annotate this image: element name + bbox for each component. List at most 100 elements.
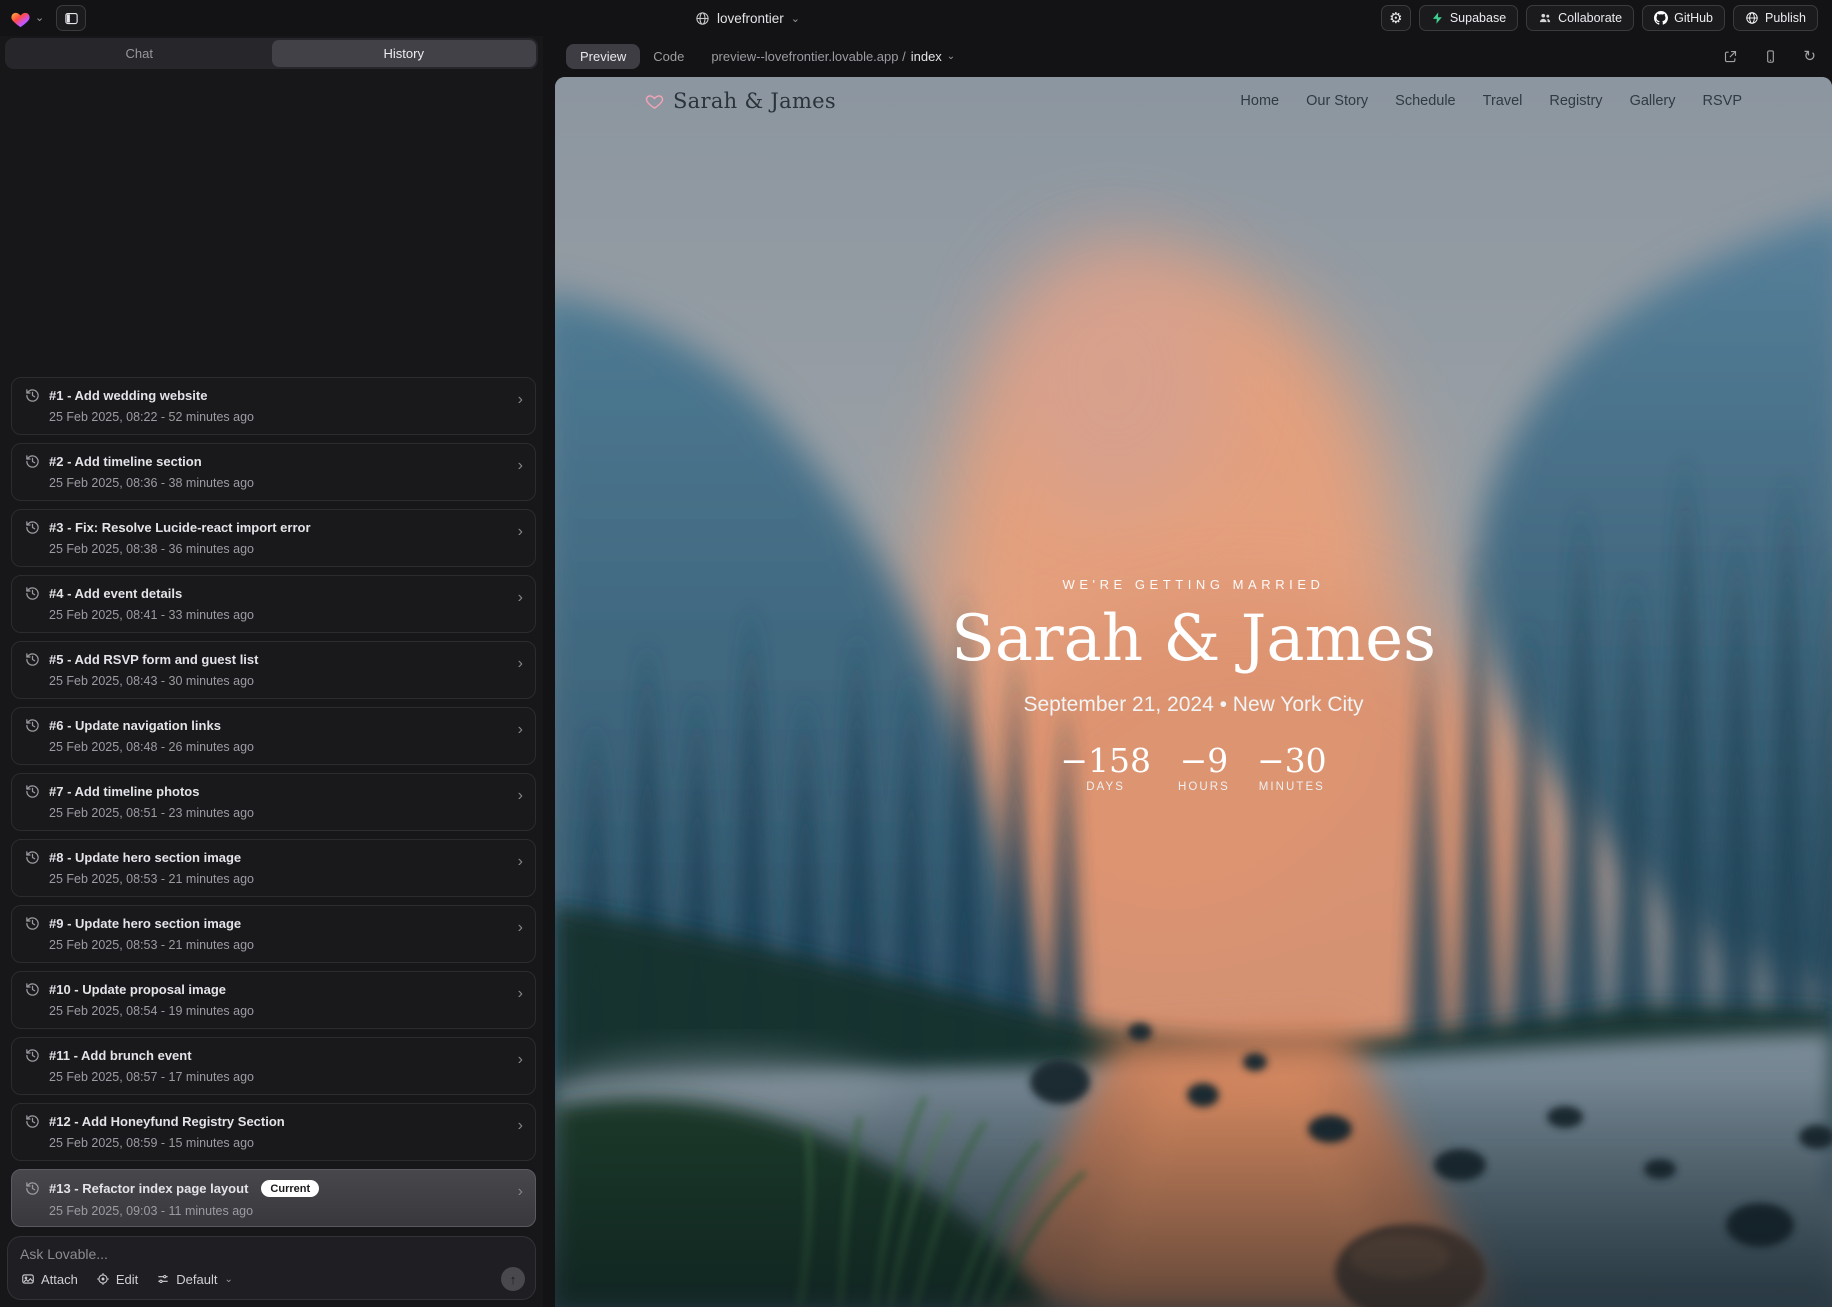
site-brand-label: Sarah & James <box>673 89 836 113</box>
history-item-title: #4 - Add event details <box>49 586 182 601</box>
hero: WE'RE GETTING MARRIED Sarah & James Sept… <box>555 577 1832 793</box>
globe-icon <box>1745 11 1759 25</box>
history-item-title: #5 - Add RSVP form and guest list <box>49 652 258 667</box>
history-item[interactable]: #2 - Add timeline section › 25 Feb 2025,… <box>11 443 536 501</box>
supabase-button[interactable]: Supabase <box>1419 5 1518 31</box>
nav-link-our-story[interactable]: Our Story <box>1306 93 1368 109</box>
countdown-days: −158 DAYS <box>1060 744 1151 793</box>
refresh-button[interactable]: ↻ <box>1803 49 1816 64</box>
chevron-right-icon: › <box>518 656 523 672</box>
nav-link-gallery[interactable]: Gallery <box>1630 93 1676 109</box>
sidebar: Chat History #1 - Add wedding website › … <box>0 36 543 1307</box>
history-item[interactable]: #7 - Add timeline photos › 25 Feb 2025, … <box>11 773 536 831</box>
chevron-right-icon: › <box>518 392 523 408</box>
history-item-row: #2 - Add timeline section › <box>25 454 521 469</box>
history-icon <box>25 718 40 733</box>
history-item[interactable]: #3 - Fix: Resolve Lucide-react import er… <box>11 509 536 567</box>
history-icon <box>25 982 40 997</box>
users-icon <box>1538 11 1552 25</box>
mobile-view-button[interactable] <box>1763 49 1778 64</box>
prompt-input[interactable] <box>20 1246 523 1268</box>
history-item-timestamp: 25 Feb 2025, 08:43 - 30 minutes ago <box>49 674 521 688</box>
site-header: Sarah & James Home Our Story Schedule Tr… <box>555 77 1832 125</box>
app: { "icons": { "chevron_down": "⌄", "chevr… <box>0 0 1832 1307</box>
edit-button[interactable]: Edit <box>96 1272 138 1287</box>
tab-history[interactable]: History <box>272 40 537 67</box>
open-external-button[interactable] <box>1723 49 1738 64</box>
countdown-value: −30 <box>1257 744 1327 777</box>
hero-eyebrow: WE'RE GETTING MARRIED <box>555 577 1832 592</box>
history-item[interactable]: #8 - Update hero section image › 25 Feb … <box>11 839 536 897</box>
history-item-timestamp: 25 Feb 2025, 08:53 - 21 minutes ago <box>49 938 521 952</box>
collaborate-button-label: Collaborate <box>1558 11 1622 25</box>
edit-target-icon <box>96 1272 110 1286</box>
chevron-right-icon: › <box>518 590 523 606</box>
chevron-right-icon: › <box>518 1118 523 1134</box>
history-item[interactable]: #11 - Add brunch event › 25 Feb 2025, 08… <box>11 1037 536 1095</box>
chevron-right-icon: › <box>518 524 523 540</box>
chevron-down-icon: ⌄ <box>947 51 955 62</box>
publish-button[interactable]: Publish <box>1733 5 1818 31</box>
site-brand[interactable]: Sarah & James <box>645 89 836 113</box>
history-item-title: #3 - Fix: Resolve Lucide-react import er… <box>49 520 311 535</box>
github-button[interactable]: GitHub <box>1642 5 1725 31</box>
history-item-row: #10 - Update proposal image › <box>25 982 521 997</box>
history-item-row: #5 - Add RSVP form and guest list › <box>25 652 521 667</box>
publish-button-label: Publish <box>1765 11 1806 25</box>
history-item[interactable]: #4 - Add event details › 25 Feb 2025, 08… <box>11 575 536 633</box>
countdown: −158 DAYS −9 HOURS −30 MINUTES <box>555 744 1832 793</box>
nav-link-travel[interactable]: Travel <box>1483 93 1523 109</box>
mode-selector[interactable]: Default ⌄ <box>156 1272 233 1287</box>
history-item-row: #12 - Add Honeyfund Registry Section › <box>25 1114 521 1129</box>
heart-icon <box>645 92 664 110</box>
mode-selector-label: Default <box>176 1272 217 1287</box>
history-item-row: #1 - Add wedding website › <box>25 388 521 403</box>
sidebar-toggle-button[interactable] <box>56 5 86 31</box>
nav-link-rsvp[interactable]: RSVP <box>1703 93 1743 109</box>
history-item[interactable]: #9 - Update hero section image › 25 Feb … <box>11 905 536 963</box>
nav-link-schedule[interactable]: Schedule <box>1395 93 1455 109</box>
chevron-right-icon: › <box>518 788 523 804</box>
history-item-row: #4 - Add event details › <box>25 586 521 601</box>
collaborate-button[interactable]: Collaborate <box>1526 5 1634 31</box>
project-switcher[interactable]: lovefrontier ⌄ <box>695 0 800 36</box>
countdown-minutes: −30 MINUTES <box>1257 744 1327 793</box>
hero-subtitle: September 21, 2024 • New York City <box>555 693 1832 717</box>
nav-link-home[interactable]: Home <box>1240 93 1279 109</box>
arrow-up-icon: ↑ <box>510 1272 517 1287</box>
countdown-label: HOURS <box>1175 781 1233 793</box>
history-item[interactable]: #12 - Add Honeyfund Registry Section › 2… <box>11 1103 536 1161</box>
chevron-down-icon: ⌄ <box>35 13 44 24</box>
topbar: ⌄ lovefrontier ⌄ ⚙ Supabase <box>0 0 1832 36</box>
url-breadcrumb[interactable]: preview--lovefrontier.lovable.app / inde… <box>711 49 955 64</box>
history-item-title: #10 - Update proposal image <box>49 982 226 997</box>
history-icon <box>25 916 40 931</box>
project-name: lovefrontier <box>717 11 784 26</box>
tab-preview[interactable]: Preview <box>566 44 640 69</box>
history-icon <box>25 1048 40 1063</box>
supabase-button-label: Supabase <box>1450 11 1506 25</box>
history-icon <box>25 520 40 535</box>
composer: Attach Edit Default ⌄ ↑ <box>7 1236 536 1300</box>
history-item-title: #6 - Update navigation links <box>49 718 221 733</box>
lovable-menu-button[interactable]: ⌄ <box>10 9 44 28</box>
tab-code[interactable]: Code <box>653 49 684 64</box>
github-button-label: GitHub <box>1674 11 1713 25</box>
gear-icon: ⚙ <box>1389 11 1402 26</box>
tab-chat[interactable]: Chat <box>7 40 272 67</box>
history-item[interactable]: #10 - Update proposal image › 25 Feb 202… <box>11 971 536 1029</box>
history-item-title: #13 - Refactor index page layout <box>49 1181 248 1196</box>
history-item[interactable]: #13 - Refactor index page layout Current… <box>11 1169 536 1227</box>
nav-link-registry[interactable]: Registry <box>1549 93 1602 109</box>
history-item-row: #8 - Update hero section image › <box>25 850 521 865</box>
countdown-label: MINUTES <box>1257 781 1327 793</box>
sidebar-tabs: Chat History <box>5 38 538 69</box>
attach-button[interactable]: Attach <box>21 1272 78 1287</box>
chevron-right-icon: › <box>518 986 523 1002</box>
settings-button[interactable]: ⚙ <box>1381 5 1411 31</box>
url-base: preview--lovefrontier.lovable.app / <box>711 49 905 64</box>
history-item[interactable]: #5 - Add RSVP form and guest list › 25 F… <box>11 641 536 699</box>
history-item[interactable]: #1 - Add wedding website › 25 Feb 2025, … <box>11 377 536 435</box>
send-button[interactable]: ↑ <box>501 1267 525 1291</box>
history-item[interactable]: #6 - Update navigation links › 25 Feb 20… <box>11 707 536 765</box>
